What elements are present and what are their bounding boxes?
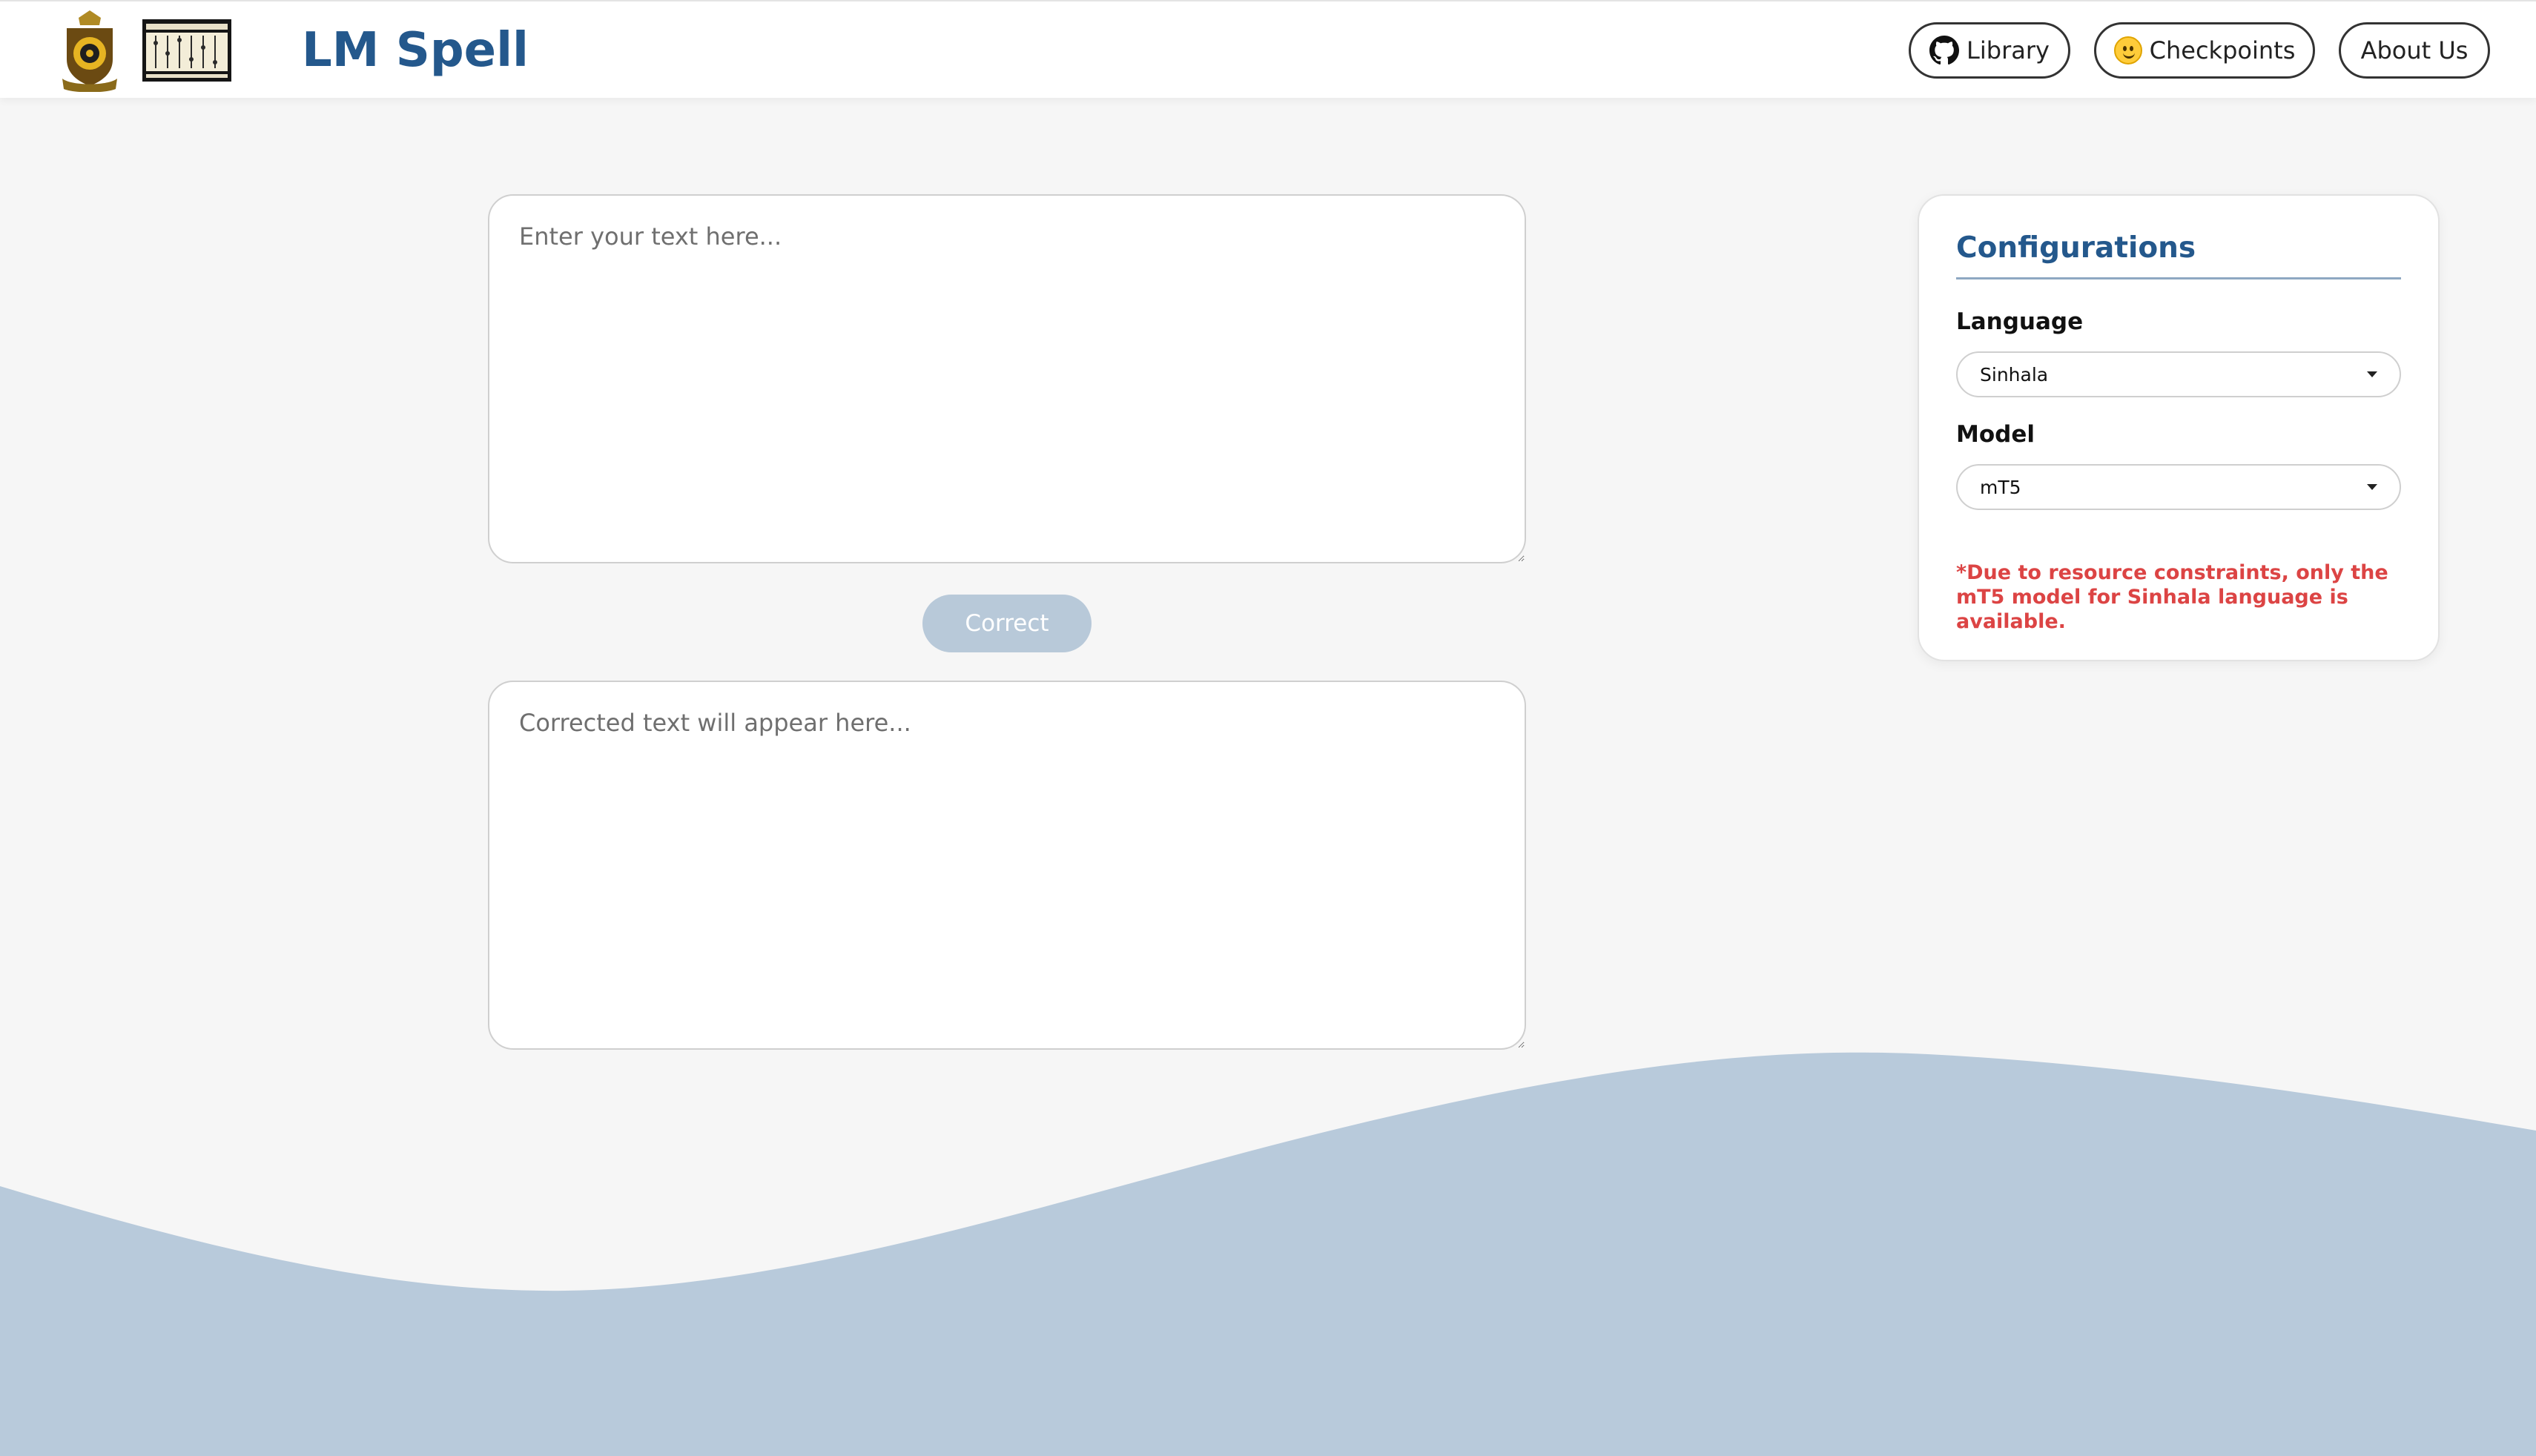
language-label: Language (1956, 308, 2084, 335)
huggingface-icon (2113, 36, 2142, 64)
language-select[interactable]: Sinhala (1956, 351, 2401, 397)
input-textarea[interactable] (488, 194, 1526, 563)
about-us-button[interactable]: About Us (2339, 22, 2490, 79)
library-button[interactable]: Library (1909, 22, 2070, 79)
model-select[interactable]: mT5 (1956, 464, 2401, 510)
checkpoints-button[interactable]: Checkpoints (2094, 22, 2315, 79)
resource-constraint-note: *Due to resource constraints, only the m… (1956, 561, 2388, 633)
top-header: LM Spell Library Checkpoints About Us (0, 0, 2536, 98)
github-icon (1929, 36, 1960, 65)
chevron-down-icon (2367, 371, 2377, 377)
checkpoints-button-label: Checkpoints (2149, 36, 2296, 64)
language-select-value: Sinhala (1980, 363, 2049, 385)
app-title: LM Spell (302, 23, 529, 78)
university-crest-logo (62, 10, 117, 92)
library-button-label: Library (1967, 36, 2050, 64)
configurations-panel: Configurations Language Sinhala Model mT… (1918, 194, 2440, 661)
correct-button[interactable]: Correct (922, 595, 1092, 652)
about-us-button-label: About Us (2360, 36, 2469, 64)
configurations-title: Configurations (1956, 231, 2196, 265)
output-textarea[interactable] (488, 681, 1526, 1050)
model-select-value: mT5 (1980, 476, 2021, 498)
configurations-divider (1956, 277, 2401, 279)
model-label: Model (1956, 421, 2035, 448)
department-logo (142, 19, 231, 82)
chevron-down-icon (2367, 484, 2377, 490)
